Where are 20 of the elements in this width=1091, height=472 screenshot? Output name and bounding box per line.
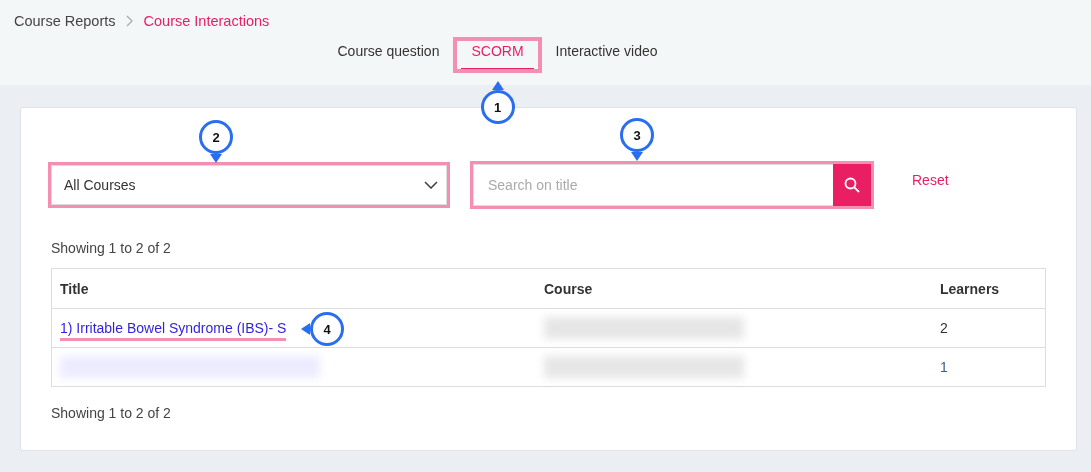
breadcrumb-link[interactable]: Course Reports (14, 13, 116, 29)
tab[interactable]: Interactive video (545, 41, 668, 69)
chevron-right-icon (125, 15, 134, 27)
tab[interactable]: Course question (327, 41, 450, 69)
reset-link[interactable]: Reset (912, 172, 949, 188)
tab[interactable]: SCORM (461, 41, 534, 69)
table-cell: 2 (940, 320, 948, 336)
title-link[interactable]: 1) Irritable Bowel Syndrome (IBS)- S (60, 320, 287, 341)
column-header: Course (536, 268, 932, 309)
breadcrumb-link[interactable]: Course Interactions (143, 13, 270, 29)
search-icon (844, 177, 860, 193)
chevron-down-icon (424, 181, 438, 189)
search-button[interactable] (833, 164, 871, 206)
title-link[interactable]: 1 (940, 359, 948, 375)
course-select[interactable]: All Courses (51, 165, 447, 205)
results-summary: Showing 1 to 2 of 2 (51, 240, 172, 256)
results-summary: Showing 1 to 2 of 2 (51, 405, 172, 421)
column-header: Title (51, 268, 536, 309)
column-header: Learners (932, 268, 1046, 309)
search-field[interactable]: Search on title (473, 164, 833, 206)
